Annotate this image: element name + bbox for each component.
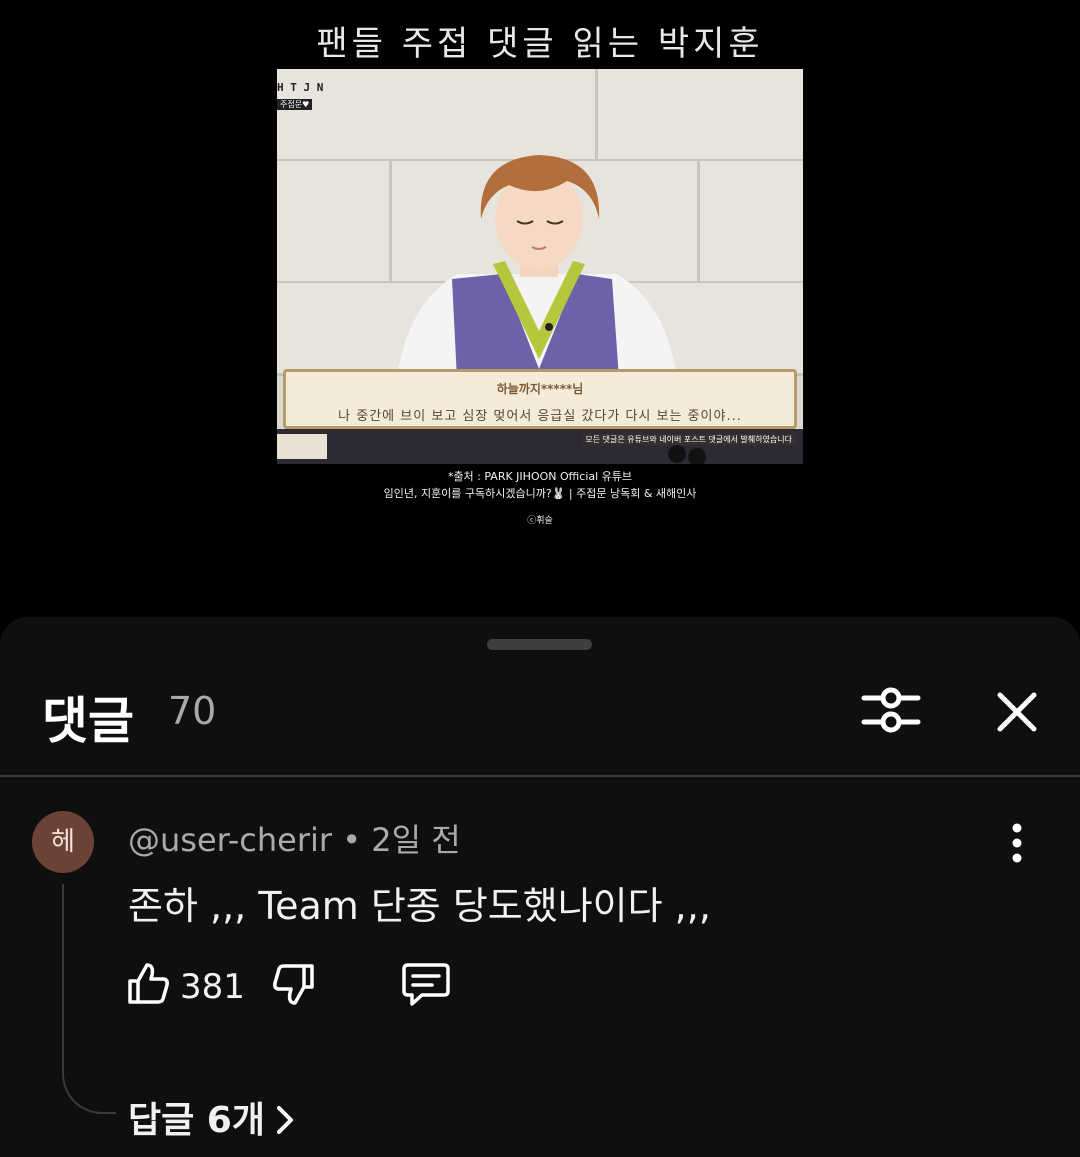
filter-button[interactable] — [860, 684, 922, 736]
banner-comment-text: 나 중간에 브이 보고 심장 멎어서 응급실 갔다가 다시 보는 중이야... — [338, 409, 742, 424]
close-button[interactable] — [994, 689, 1040, 735]
thumbs-up-icon — [128, 963, 169, 1004]
comment-author[interactable]: @user-cherir — [128, 821, 332, 859]
video-title: 팬들 주접 댓글 읽는 박지훈 — [316, 24, 764, 64]
comment-more-button[interactable] — [1002, 821, 1032, 865]
thumbs-down-icon — [273, 964, 314, 1005]
dislike-button[interactable] — [270, 961, 318, 1009]
banner-credit: 모든 댓글은 유튜브와 네이버 포스트 댓글에서 발췌하였습니다 — [582, 434, 795, 445]
banner-commenter-name: 하늘까지*****님 — [496, 382, 584, 396]
comment-time: 2일 전 — [371, 821, 461, 859]
like-count: 381 — [180, 967, 245, 1007]
comment-banner: 하늘까지*****님 나 중간에 브이 보고 심장 멎어서 응급실 갔다가 다시… — [283, 369, 797, 429]
thread-line — [62, 884, 116, 1114]
sliders-icon — [861, 687, 921, 733]
video-caption-credit: ⓒ휘슬 — [527, 516, 553, 526]
meta-separator: • — [342, 821, 362, 859]
comments-title: 댓글 — [42, 692, 134, 750]
comment-text: 존하 ,,, Team 단종 당도했나이다 ,,, — [128, 884, 711, 928]
comment-meta: @user-cherir • 2일 전 — [128, 815, 461, 861]
view-replies-link[interactable]: 답글 6개 — [128, 1091, 295, 1145]
like-button[interactable] — [124, 959, 172, 1007]
drag-handle[interactable] — [487, 639, 592, 650]
video-caption-line: 임인년, 지훈이를 구독하시겠습니까?🐰 | 주접문 낭독회 & 새해인사 — [383, 487, 697, 500]
reply-bubble-icon — [402, 963, 450, 1006]
video-frame[interactable]: H T J N 주접문♥ 하늘까지*****님 나 중간에 브이 보고 심장 멎… — [277, 69, 803, 464]
close-icon — [997, 692, 1037, 732]
header-divider — [0, 775, 1080, 777]
avatar[interactable]: 헤 — [32, 811, 94, 873]
video-caption-source: *출처 : PARK JIHOON Official 유튜브 — [447, 470, 633, 483]
replies-label: 답글 6개 — [128, 1100, 265, 1141]
more-vert-icon — [1012, 823, 1022, 863]
chevron-right-icon — [275, 1104, 295, 1145]
comments-sheet: 댓글 70 헤 @user-cherir • 2일 전 존하 ,,, Team … — [0, 617, 1080, 1157]
comments-count: 70 — [168, 689, 217, 733]
reply-button[interactable] — [400, 961, 452, 1009]
